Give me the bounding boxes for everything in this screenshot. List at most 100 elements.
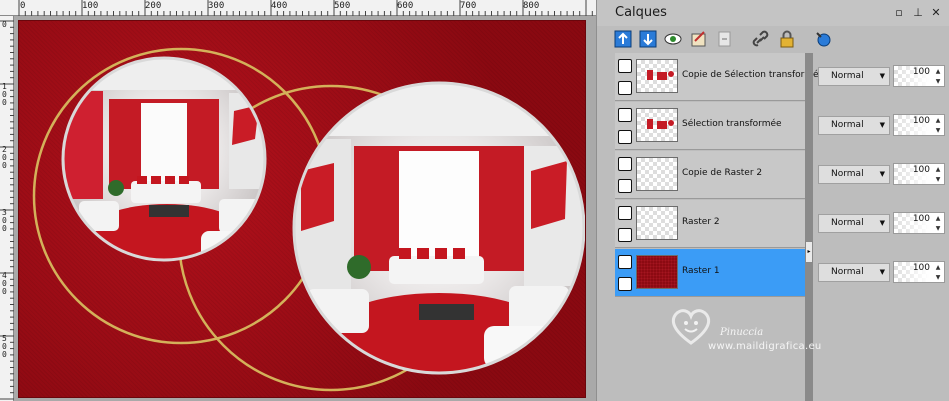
new-layer-icon[interactable] bbox=[613, 29, 633, 49]
image-workspace[interactable]: 0 100 200 300 400 500 600 700 800 0 100 … bbox=[0, 0, 596, 401]
spin-down-icon[interactable]: ▼ bbox=[934, 273, 942, 282]
vruler-label-0: 0 bbox=[2, 20, 7, 29]
ruler-label-700: 700 bbox=[460, 1, 477, 11]
opacity-value: 100 bbox=[912, 214, 930, 224]
layer-main[interactable]: Raster 1 bbox=[615, 249, 805, 297]
opacity-value: 100 bbox=[912, 67, 930, 77]
spin-up-icon[interactable]: ▲ bbox=[934, 214, 942, 223]
restore-icon[interactable]: ▫ bbox=[892, 6, 906, 20]
layer-type-icon bbox=[618, 157, 632, 171]
visibility-eye-icon[interactable] bbox=[618, 228, 632, 242]
eye-icon[interactable] bbox=[663, 29, 683, 49]
layer-thumbnail bbox=[636, 255, 678, 289]
opacity-value: 100 bbox=[912, 116, 930, 126]
layer-name: Raster 2 bbox=[682, 217, 720, 227]
layer-row[interactable]: Raster 2 Normal ▼ 100 ▲ ▼ bbox=[615, 200, 949, 249]
spin-down-icon[interactable]: ▼ bbox=[934, 77, 942, 86]
vruler-label-500: 500 bbox=[2, 334, 7, 359]
visibility-eye-icon[interactable] bbox=[618, 179, 632, 193]
thumbnail-figure bbox=[647, 70, 674, 80]
spin-up-icon[interactable]: ▲ bbox=[934, 165, 942, 174]
layer-type-icon bbox=[618, 59, 632, 73]
horizontal-ruler: 0 100 200 300 400 500 600 700 800 bbox=[0, 0, 596, 16]
link-icon[interactable] bbox=[752, 29, 772, 49]
close-icon[interactable]: ✕ bbox=[929, 6, 943, 20]
visibility-eye-icon[interactable] bbox=[618, 130, 632, 144]
ruler-label-800: 800 bbox=[523, 1, 540, 11]
chevron-down-icon: ▼ bbox=[879, 268, 885, 276]
opacity-value: 100 bbox=[912, 165, 930, 175]
blend-mode-select[interactable]: Normal ▼ bbox=[818, 165, 890, 184]
blend-mode-value: Normal bbox=[831, 218, 864, 228]
watermark-line2: www.maildigrafica.eu bbox=[708, 341, 822, 352]
layer-thumbnail bbox=[636, 157, 678, 191]
layer-name: Copie de Sélection transformée bbox=[682, 70, 825, 80]
layer-thumbnail bbox=[636, 59, 678, 93]
layer-row[interactable]: Sélection transformée Normal ▼ 100 ▲ ▼ bbox=[615, 102, 949, 151]
layer-thumbnail bbox=[636, 108, 678, 142]
ruler-label-100: 100 bbox=[82, 1, 99, 11]
ruler-label-200: 200 bbox=[145, 1, 162, 11]
blend-mode-select[interactable]: Normal ▼ bbox=[818, 116, 890, 135]
layer-type-icon bbox=[618, 206, 632, 220]
spin-down-icon[interactable]: ▼ bbox=[934, 126, 942, 135]
layer-main[interactable]: Copie de Sélection transformée bbox=[615, 53, 824, 101]
opacity-spinbox[interactable]: 100 ▲ ▼ bbox=[893, 212, 945, 234]
layer-name: Raster 1 bbox=[682, 266, 720, 276]
layer-main[interactable]: Raster 2 bbox=[615, 200, 805, 248]
chevron-down-icon: ▼ bbox=[879, 72, 885, 80]
ruler-label-400: 400 bbox=[271, 1, 288, 11]
visibility-eye-icon[interactable] bbox=[618, 277, 632, 291]
watermark: Pinuccia www.maildigrafica.eu bbox=[668, 303, 858, 363]
visibility-eye-icon[interactable] bbox=[618, 81, 632, 95]
chevron-down-icon: ▼ bbox=[879, 170, 885, 178]
spin-up-icon[interactable]: ▲ bbox=[934, 116, 942, 125]
blend-mode-select[interactable]: Normal ▼ bbox=[818, 263, 890, 282]
blend-mode-select[interactable]: Normal ▼ bbox=[818, 214, 890, 233]
spin-down-icon[interactable]: ▼ bbox=[934, 175, 942, 184]
opacity-spinbox[interactable]: 100 ▲ ▼ bbox=[893, 114, 945, 136]
opacity-spinbox[interactable]: 100 ▲ ▼ bbox=[893, 163, 945, 185]
image-canvas[interactable] bbox=[19, 21, 585, 397]
blend-mode-select[interactable]: Normal ▼ bbox=[818, 67, 890, 86]
blend-mode-value: Normal bbox=[831, 267, 864, 277]
ruler-label-0: 0 bbox=[20, 1, 26, 11]
layer-name: Sélection transformée bbox=[682, 119, 782, 129]
lock-icon[interactable] bbox=[777, 29, 797, 49]
watermark-line1: Pinuccia bbox=[720, 327, 764, 338]
vruler-label-300: 300 bbox=[2, 208, 7, 233]
layer-row[interactable]: Copie de Sélection transformée Normal ▼ 100… bbox=[615, 53, 949, 102]
mask-icon[interactable] bbox=[813, 29, 833, 49]
layer-name: Copie de Raster 2 bbox=[682, 168, 763, 178]
spin-up-icon[interactable]: ▲ bbox=[934, 263, 942, 272]
layers-toolbar bbox=[597, 26, 949, 52]
pin-icon[interactable]: ⊥ bbox=[911, 6, 925, 20]
blend-mode-value: Normal bbox=[831, 169, 864, 179]
spin-up-icon[interactable]: ▲ bbox=[934, 67, 942, 76]
opacity-spinbox[interactable]: 100 ▲ ▼ bbox=[893, 65, 945, 87]
properties-icon[interactable] bbox=[689, 29, 709, 49]
vruler-label-100: 100 bbox=[2, 82, 7, 107]
merge-icon[interactable] bbox=[715, 29, 735, 49]
layers-panel-titlebar: Calques ▫ ⊥ ✕ bbox=[597, 0, 949, 26]
chevron-down-icon: ▼ bbox=[879, 121, 885, 129]
layer-thumbnail bbox=[636, 206, 678, 240]
layer-row[interactable]: Raster 1 Normal ▼ 100 ▲ ▼ bbox=[615, 249, 949, 298]
scrollbar-handle[interactable]: ▸ bbox=[805, 241, 813, 263]
layer-main[interactable]: Copie de Raster 2 bbox=[615, 151, 805, 199]
layer-main[interactable]: Sélection transformée bbox=[615, 102, 805, 150]
ruler-label-300: 300 bbox=[208, 1, 225, 11]
vertical-ruler: 0 100 200 300 400 500 bbox=[0, 16, 14, 401]
layer-type-icon bbox=[618, 255, 632, 269]
vruler-label-200: 200 bbox=[2, 145, 7, 170]
delete-layer-icon[interactable] bbox=[638, 29, 658, 49]
opacity-spinbox[interactable]: 100 ▲ ▼ bbox=[893, 261, 945, 283]
layer-type-icon bbox=[618, 108, 632, 122]
thumbnail-figure bbox=[647, 119, 674, 129]
panel-title: Calques bbox=[615, 5, 667, 20]
spin-down-icon[interactable]: ▼ bbox=[934, 224, 942, 233]
blend-mode-value: Normal bbox=[831, 71, 864, 81]
chevron-down-icon: ▼ bbox=[879, 219, 885, 227]
ruler-label-600: 600 bbox=[397, 1, 414, 11]
layer-row[interactable]: Copie de Raster 2 Normal ▼ 100 ▲ ▼ bbox=[615, 151, 949, 200]
